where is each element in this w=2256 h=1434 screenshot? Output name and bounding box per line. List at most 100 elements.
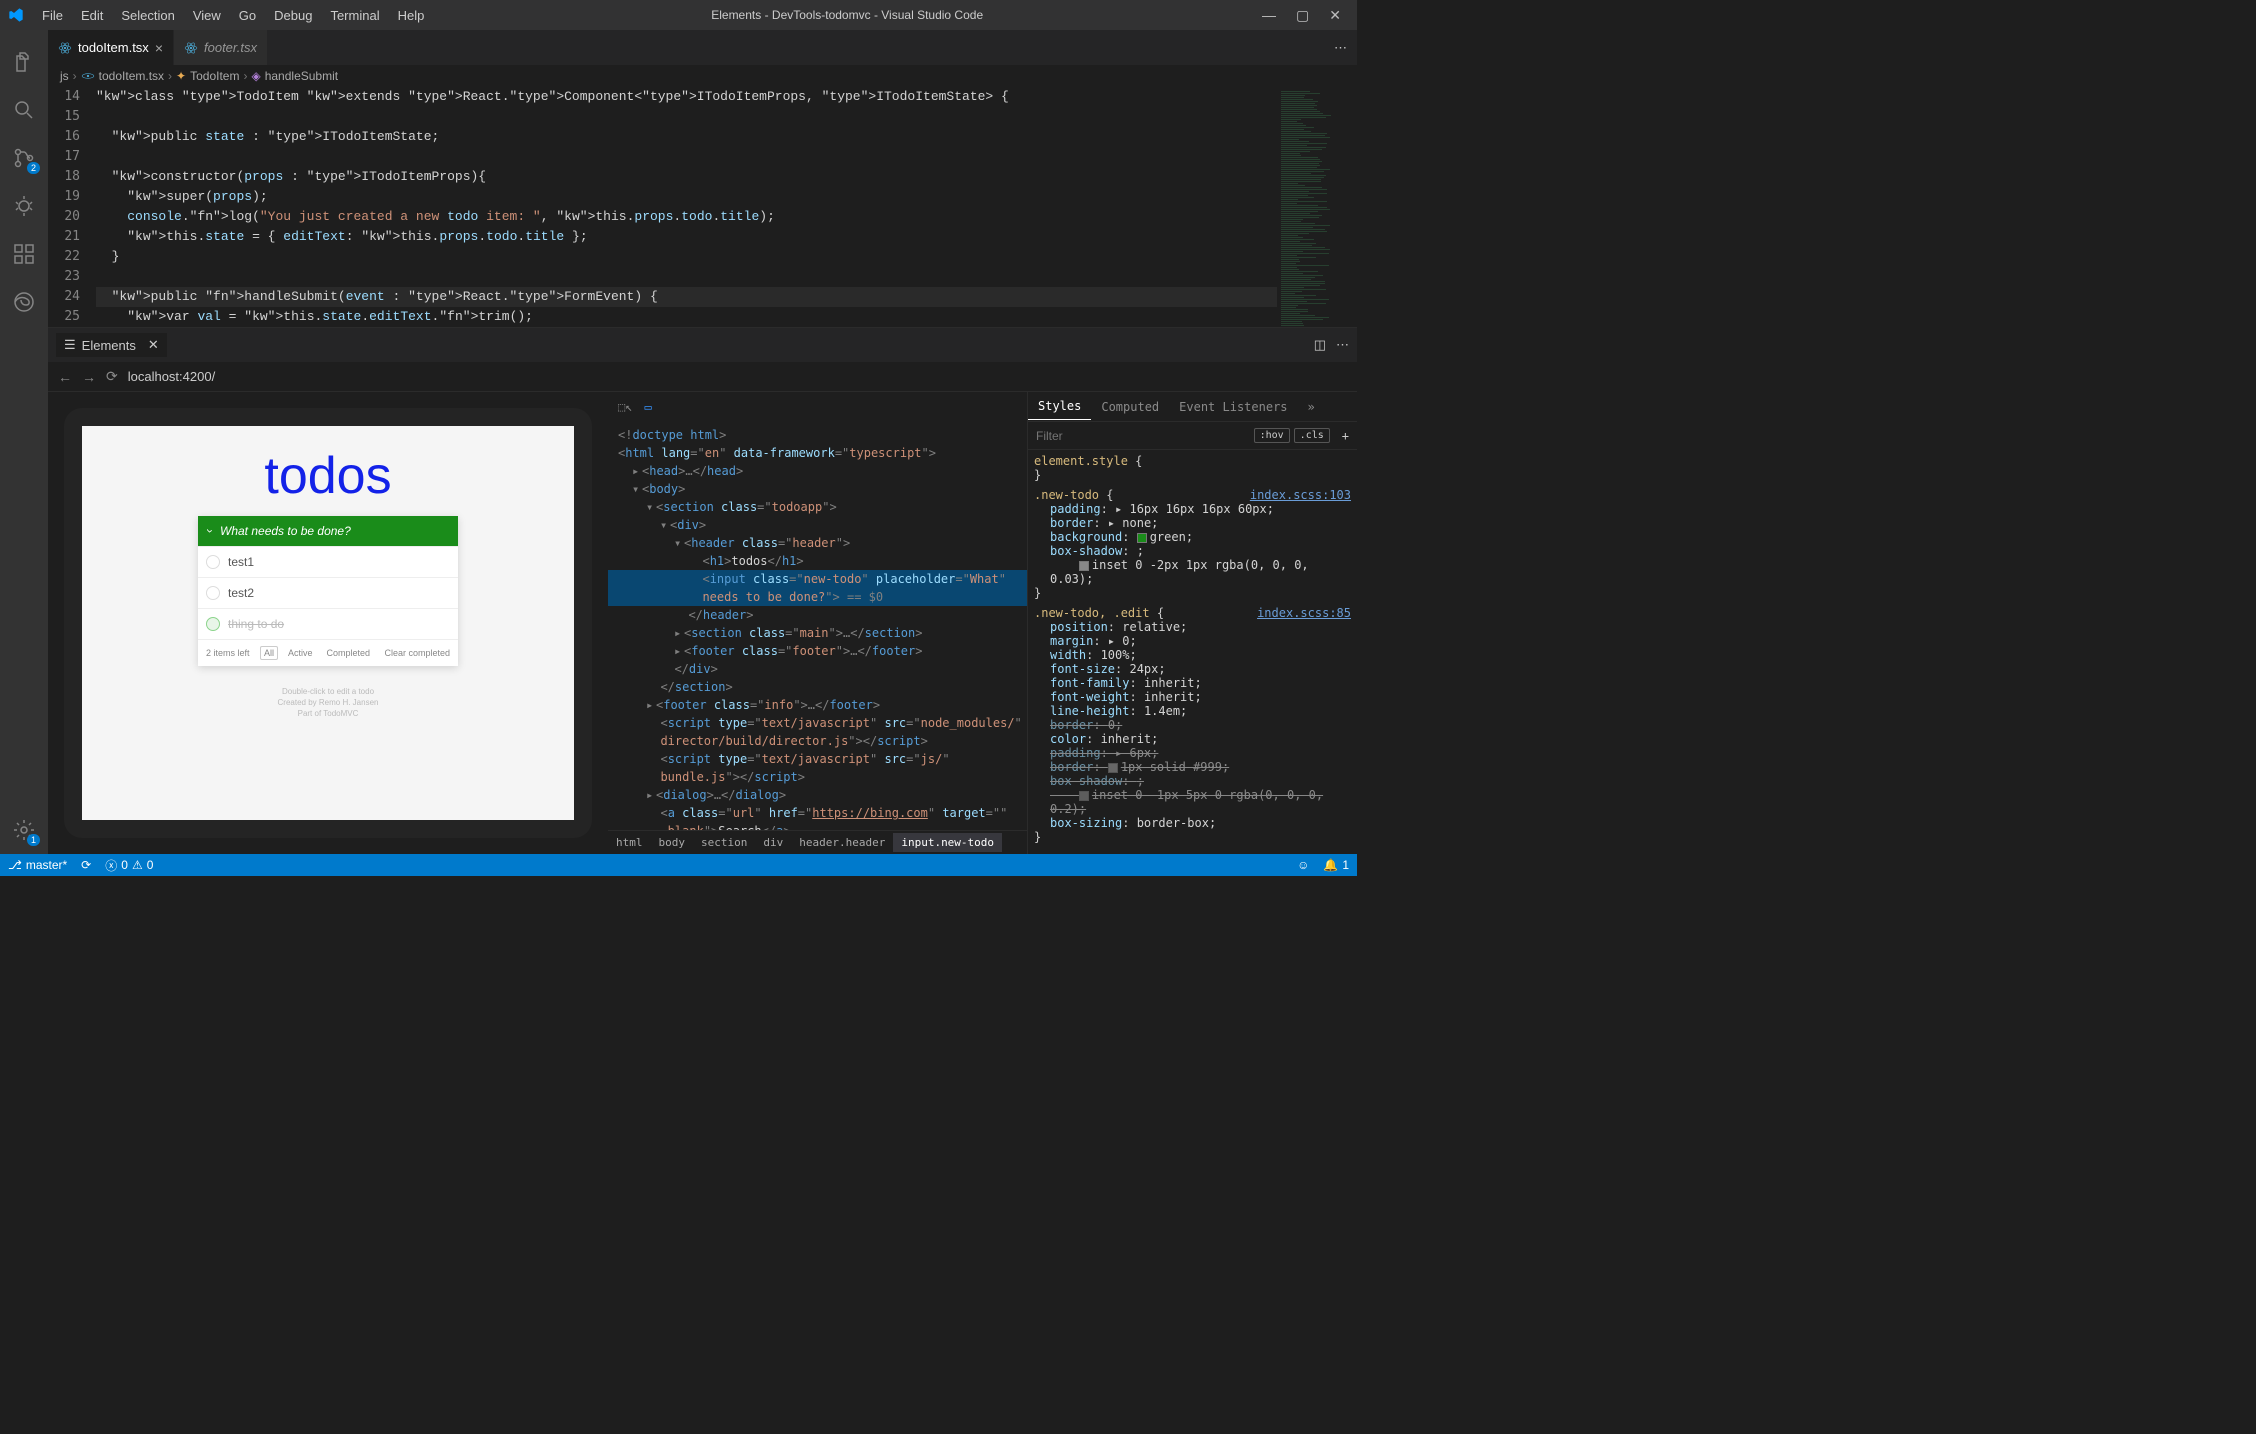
- credit-line: Part of TodoMVC: [278, 708, 379, 719]
- close-button[interactable]: ✕: [1329, 7, 1341, 24]
- status-sync-icon[interactable]: ⟳: [81, 858, 91, 872]
- device-toggle-icon[interactable]: ▭: [644, 400, 651, 414]
- crumb-section[interactable]: section: [693, 833, 755, 852]
- activity-search-icon[interactable]: [0, 86, 48, 134]
- menu-edit[interactable]: Edit: [73, 4, 111, 27]
- breadcrumb[interactable]: js › todoItem.tsx › ✦ TodoItem › ◈ handl…: [48, 65, 1357, 87]
- filter-active[interactable]: Active: [284, 646, 317, 660]
- react-file-icon: [81, 69, 95, 83]
- minimize-button[interactable]: —: [1262, 7, 1276, 24]
- nav-forward-icon[interactable]: →: [82, 369, 96, 385]
- bottom-panel: ☰ Elements ✕ ◫ ⋯ ← → ⟳ localhost:4200/: [48, 327, 1357, 854]
- minimap[interactable]: [1277, 87, 1357, 327]
- menu-bar: File Edit Selection View Go Debug Termin…: [34, 4, 432, 27]
- menu-file[interactable]: File: [34, 4, 71, 27]
- react-file-icon: [58, 41, 72, 55]
- crumb-html[interactable]: html: [608, 833, 651, 852]
- panel-tabs: ☰ Elements ✕ ◫ ⋯: [48, 328, 1357, 362]
- list-icon: ☰: [64, 337, 76, 353]
- todo-header[interactable]: › What needs to be done?: [198, 516, 458, 546]
- styles-filter-input[interactable]: [1028, 429, 1254, 443]
- clear-completed[interactable]: Clear completed: [384, 648, 450, 658]
- window-controls: — ▢ ✕: [1262, 7, 1341, 24]
- status-bar: ⎇ master* ⟳ ⓧ 0 ⚠ 0 ☺ 🔔 1: [0, 854, 1357, 876]
- status-problems[interactable]: ⓧ 0 ⚠ 0: [105, 857, 153, 874]
- todo-app: › What needs to be done? test1 test2 thi…: [198, 516, 458, 666]
- styles-filter-row: :hov .cls +: [1028, 422, 1357, 450]
- nav-reload-icon[interactable]: ⟳: [106, 368, 118, 385]
- activity-settings-icon[interactable]: 1: [0, 806, 48, 854]
- todo-item[interactable]: test2: [198, 577, 458, 608]
- activity-scm-icon[interactable]: 2: [0, 134, 48, 182]
- crumb-body[interactable]: body: [651, 833, 694, 852]
- credits: Double-click to edit a todo Created by R…: [278, 686, 379, 720]
- filter-all[interactable]: All: [260, 646, 278, 660]
- cls-toggle[interactable]: .cls: [1294, 428, 1330, 443]
- breadcrumb-root[interactable]: js: [60, 69, 69, 83]
- crumb-input[interactable]: input.new-todo: [893, 833, 1002, 852]
- todo-footer: 2 items left All Active Completed Clear …: [198, 639, 458, 666]
- nav-back-icon[interactable]: ←: [58, 369, 72, 385]
- inspect-element-icon[interactable]: ⬚↖: [618, 400, 632, 414]
- more-actions-icon[interactable]: ⋯: [1334, 40, 1347, 56]
- menu-debug[interactable]: Debug: [266, 4, 320, 27]
- styles-tabs: Styles Computed Event Listeners »: [1028, 392, 1357, 422]
- styles-tab-styles[interactable]: Styles: [1028, 393, 1091, 420]
- url-text[interactable]: localhost:4200/: [128, 369, 215, 384]
- chevron-down-icon[interactable]: ›: [203, 529, 217, 533]
- tab-footer[interactable]: footer.tsx: [174, 30, 268, 65]
- hov-toggle[interactable]: :hov: [1254, 428, 1290, 443]
- styles-tab-listeners[interactable]: Event Listeners: [1169, 394, 1297, 420]
- credit-line: Double-click to edit a todo: [278, 686, 379, 697]
- split-panel-icon[interactable]: ◫: [1314, 337, 1326, 353]
- url-bar: ← → ⟳ localhost:4200/: [48, 362, 1357, 392]
- dom-breadcrumbs[interactable]: html body section div header.header inpu…: [608, 830, 1027, 854]
- styles-tab-more-icon[interactable]: »: [1298, 394, 1325, 420]
- menu-view[interactable]: View: [185, 4, 229, 27]
- todo-item[interactable]: thing to do: [198, 608, 458, 639]
- status-branch[interactable]: ⎇ master*: [8, 858, 67, 872]
- menu-go[interactable]: Go: [231, 4, 264, 27]
- code-content[interactable]: "kw">class "type">TodoItem "kw">extends …: [96, 87, 1277, 327]
- crumb-header[interactable]: header.header: [791, 833, 893, 852]
- editor-tabs: todoItem.tsx × footer.tsx ⋯: [48, 30, 1357, 65]
- line-gutter: 141516171819202122232425: [48, 87, 96, 327]
- preview-screen[interactable]: todos › What needs to be done? test1 tes…: [82, 426, 574, 820]
- tab-todoitem[interactable]: todoItem.tsx ×: [48, 30, 174, 65]
- todo-count: 2 items left: [206, 648, 250, 658]
- credit-line: Created by Remo H. Jansen: [278, 697, 379, 708]
- activity-explorer-icon[interactable]: [0, 38, 48, 86]
- breadcrumb-file[interactable]: todoItem.tsx: [99, 69, 164, 83]
- dom-tree[interactable]: <!doctype html><html lang="en" data-fram…: [608, 422, 1027, 830]
- maximize-button[interactable]: ▢: [1296, 7, 1309, 24]
- status-feedback-icon[interactable]: ☺: [1297, 858, 1309, 872]
- react-file-icon: [184, 41, 198, 55]
- todo-placeholder: What needs to be done?: [220, 524, 351, 538]
- todo-item[interactable]: test1: [198, 546, 458, 577]
- todo-filters: All Active Completed: [260, 646, 374, 660]
- settings-badge: 1: [27, 834, 40, 846]
- breadcrumb-method[interactable]: handleSubmit: [265, 69, 338, 83]
- activity-debug-icon[interactable]: [0, 182, 48, 230]
- styles-body[interactable]: element.style {}.new-todo {index.scss:10…: [1028, 450, 1357, 854]
- new-style-rule-icon[interactable]: +: [1334, 429, 1357, 443]
- styles-pane: Styles Computed Event Listeners » :hov .…: [1027, 392, 1357, 854]
- title-bar: File Edit Selection View Go Debug Termin…: [0, 0, 1357, 30]
- panel-tab-elements[interactable]: ☰ Elements ✕: [56, 333, 167, 357]
- breadcrumb-class[interactable]: TodoItem: [190, 69, 239, 83]
- menu-selection[interactable]: Selection: [113, 4, 182, 27]
- activity-edge-icon[interactable]: [0, 278, 48, 326]
- menu-terminal[interactable]: Terminal: [322, 4, 387, 27]
- todos-heading: todos: [264, 446, 391, 506]
- styles-tab-computed[interactable]: Computed: [1091, 394, 1169, 420]
- tab-label: footer.tsx: [204, 40, 257, 55]
- editor[interactable]: 141516171819202122232425 "kw">class "typ…: [48, 87, 1357, 327]
- menu-help[interactable]: Help: [390, 4, 433, 27]
- tab-close-icon[interactable]: ×: [155, 40, 163, 56]
- crumb-div[interactable]: div: [755, 833, 791, 852]
- filter-completed[interactable]: Completed: [322, 646, 374, 660]
- status-bell-icon[interactable]: 🔔 1: [1323, 858, 1349, 872]
- activity-extensions-icon[interactable]: [0, 230, 48, 278]
- more-actions-icon[interactable]: ⋯: [1336, 337, 1349, 353]
- panel-tab-close-icon[interactable]: ✕: [148, 337, 159, 353]
